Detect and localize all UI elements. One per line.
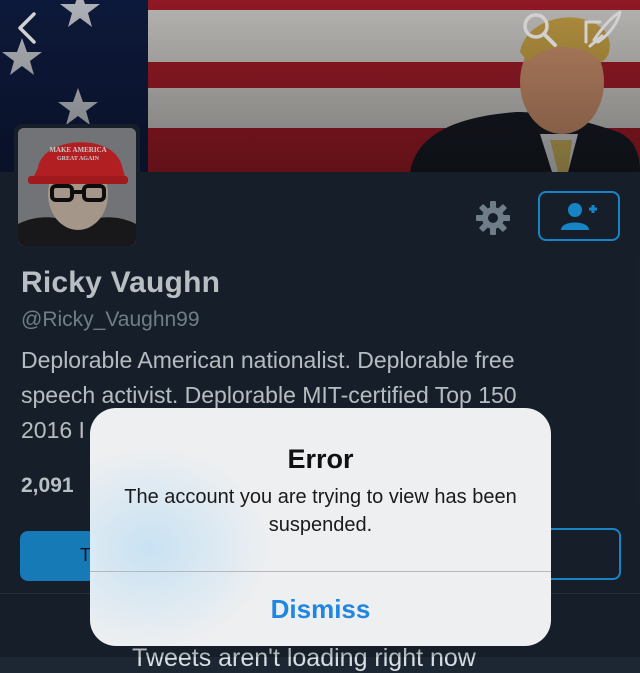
error-alert: Error The account you are trying to view… [90,408,551,646]
alert-message: The account you are trying to view has b… [124,486,517,536]
dismiss-button[interactable]: Dismiss [90,572,551,646]
alert-title: Error [287,444,354,474]
